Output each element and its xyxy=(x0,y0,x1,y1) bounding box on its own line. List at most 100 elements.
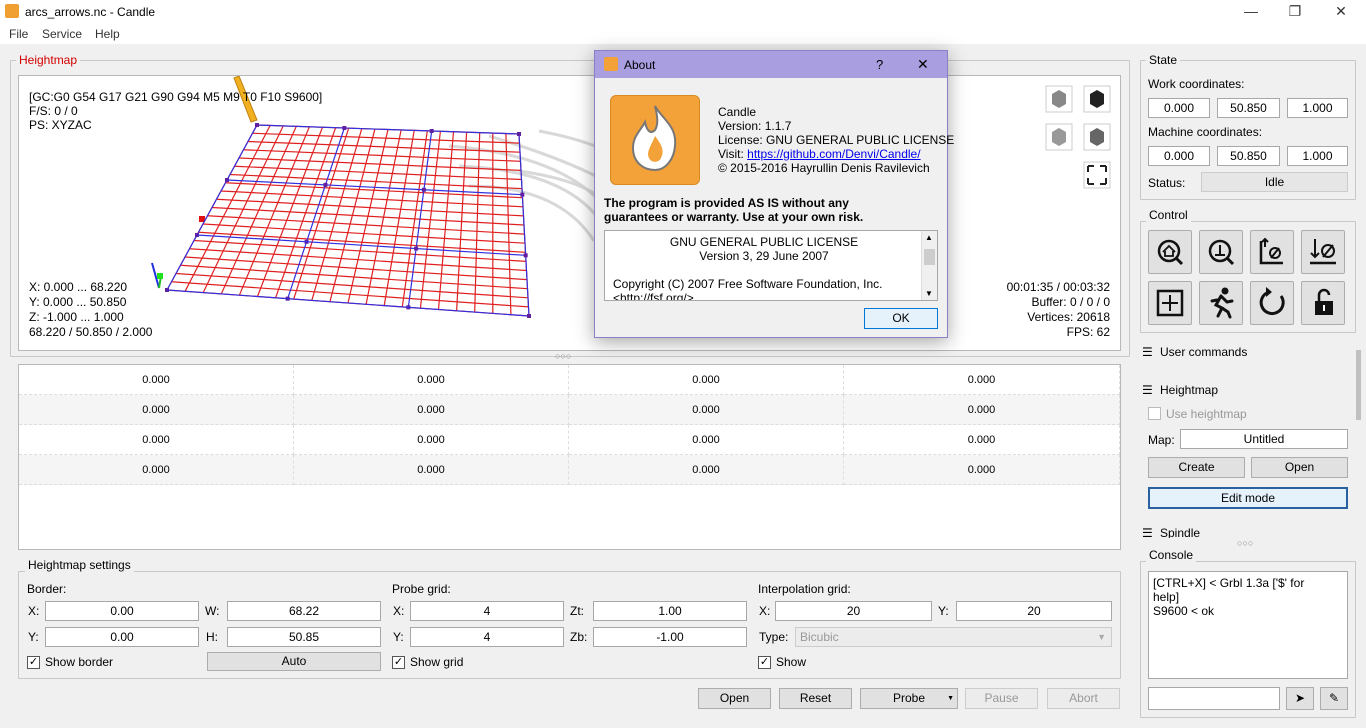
use-heightmap-label: Use heightmap xyxy=(1166,407,1247,421)
control-title: Control xyxy=(1146,208,1191,222)
zb-input[interactable]: -1.00 xyxy=(593,627,747,647)
about-license: License: GNU GENERAL PUBLIC LICENSE xyxy=(718,133,954,147)
heightmap-table: 0.0000.0000.0000.0000.0000.0000.0000.000… xyxy=(18,364,1121,550)
reset-controller-button[interactable] xyxy=(1250,281,1294,325)
console-output[interactable]: [CTRL+X] < Grbl 1.3a ['$' for help] S960… xyxy=(1148,571,1348,679)
splitter-handle[interactable]: ○○○ xyxy=(555,351,571,361)
run-button[interactable] xyxy=(1199,281,1243,325)
table-cell[interactable]: 0.000 xyxy=(19,425,294,455)
spindle-menu-icon[interactable]: ☰ xyxy=(1142,526,1153,538)
probe-button[interactable]: Probe ▼ xyxy=(860,688,958,709)
reset-button[interactable]: Reset xyxy=(779,688,852,709)
status-label: Status: xyxy=(1148,176,1185,190)
probe-point xyxy=(527,314,531,318)
zt-input[interactable]: 1.00 xyxy=(593,601,747,621)
menu-bar: File Service Help xyxy=(0,24,1366,44)
probe-point xyxy=(517,132,521,136)
table-cell[interactable]: 0.000 xyxy=(294,365,569,395)
interpolation-type-select[interactable]: Bicubic ▼ xyxy=(795,627,1112,647)
scroll-down-icon[interactable]: ▼ xyxy=(925,289,933,298)
map-name-field[interactable]: Untitled xyxy=(1180,429,1348,449)
probe-grid-line xyxy=(288,128,345,299)
view-cube-icons[interactable] xyxy=(1046,86,1110,188)
console-input[interactable] xyxy=(1148,687,1280,710)
home-search-icon xyxy=(1149,231,1191,273)
send-button[interactable]: ➤ xyxy=(1286,687,1314,710)
ok-button[interactable]: OK xyxy=(864,308,938,329)
spindle-title[interactable]: Spindle xyxy=(1160,526,1200,538)
table-cell[interactable]: 0.000 xyxy=(19,365,294,395)
menu-file[interactable]: File xyxy=(9,27,28,41)
chevron-down-icon: ▼ xyxy=(1097,628,1106,646)
fps-counter: FPS: 62 xyxy=(1067,325,1110,339)
table-cell[interactable]: 0.000 xyxy=(844,395,1120,425)
heightmap-panel-title[interactable]: Heightmap xyxy=(1160,383,1218,397)
table-cell[interactable]: 0.000 xyxy=(294,455,569,485)
table-cell[interactable]: 0.000 xyxy=(19,455,294,485)
restore-origin-icon xyxy=(1251,231,1293,273)
abort-button[interactable]: Abort xyxy=(1047,688,1120,709)
type-label: Type: xyxy=(759,630,788,644)
heightmap-canvas[interactable] xyxy=(19,76,1120,350)
zero-probe-button[interactable] xyxy=(1199,230,1243,274)
auto-button[interactable]: Auto xyxy=(207,652,381,671)
probe-y-input[interactable]: 4 xyxy=(410,627,564,647)
about-close-button[interactable]: ✕ xyxy=(917,56,929,73)
menu-help[interactable]: Help xyxy=(95,27,120,41)
license-scrollbar[interactable]: ▲ ▼ xyxy=(921,231,937,300)
user-commands-title[interactable]: User commands xyxy=(1160,345,1247,359)
menu-service[interactable]: Service xyxy=(42,27,82,41)
heightmap-panel-menu-icon[interactable]: ☰ xyxy=(1142,383,1153,397)
scroll-thumb[interactable] xyxy=(924,249,935,265)
license-text-box[interactable]: GNU GENERAL PUBLIC LICENSE Version 3, 29… xyxy=(604,230,938,301)
interp-y-input[interactable]: 20 xyxy=(956,601,1112,621)
heightmap-3d-view[interactable]: [GC:G0 G54 G17 G21 G90 G94 M5 M9 T0 F10 … xyxy=(18,75,1121,351)
border-w-input[interactable]: 68.22 xyxy=(227,601,381,621)
help-button[interactable]: ? xyxy=(876,57,883,72)
probe-x-input[interactable]: 4 xyxy=(410,601,564,621)
close-button[interactable]: ✕ xyxy=(1318,0,1364,24)
work-coordinates-label: Work coordinates: xyxy=(1148,77,1245,91)
border-h-input[interactable]: 50.85 xyxy=(227,627,381,647)
menu-arrow-icon: ▼ xyxy=(947,689,954,708)
show-border-checkbox[interactable]: ✓ xyxy=(27,656,40,669)
unlock-button[interactable] xyxy=(1301,281,1345,325)
table-cell[interactable]: 0.000 xyxy=(569,455,844,485)
show-grid-checkbox[interactable]: ✓ xyxy=(392,656,405,669)
create-heightmap-button[interactable]: Create xyxy=(1148,457,1245,478)
console-splitter-handle[interactable]: ○○○ xyxy=(1237,538,1253,548)
border-y-input[interactable]: 0.00 xyxy=(45,627,199,647)
panel-scrollbar[interactable] xyxy=(1356,350,1361,420)
restore-button[interactable]: ❐ xyxy=(1272,0,1318,24)
open-heightmap-button[interactable]: Open xyxy=(1251,457,1348,478)
table-cell[interactable]: 0.000 xyxy=(844,365,1120,395)
scroll-up-icon[interactable]: ▲ xyxy=(925,233,933,242)
home-button[interactable] xyxy=(1148,230,1192,274)
border-x-input[interactable]: 0.00 xyxy=(45,601,199,621)
table-cell[interactable]: 0.000 xyxy=(569,425,844,455)
open-button[interactable]: Open xyxy=(698,688,771,709)
table-cell[interactable]: 0.000 xyxy=(19,395,294,425)
zero-z-button[interactable] xyxy=(1301,230,1345,274)
border-label: Border: xyxy=(27,582,66,596)
interp-x-input[interactable]: 20 xyxy=(775,601,932,621)
table-cell[interactable]: 0.000 xyxy=(569,365,844,395)
use-heightmap-checkbox[interactable] xyxy=(1148,407,1161,420)
minimize-button[interactable]: — xyxy=(1228,0,1274,24)
probe-point xyxy=(520,193,524,197)
table-cell[interactable]: 0.000 xyxy=(294,425,569,455)
probe-point xyxy=(430,129,434,133)
table-cell[interactable]: 0.000 xyxy=(844,425,1120,455)
edit-mode-button[interactable]: Edit mode xyxy=(1148,487,1348,509)
table-cell[interactable]: 0.000 xyxy=(569,395,844,425)
pause-button[interactable]: Pause xyxy=(965,688,1038,709)
clear-console-button[interactable]: ✎ xyxy=(1320,687,1348,710)
restore-origin-button[interactable] xyxy=(1250,230,1294,274)
github-link[interactable]: https://github.com/Denvi/Candle/ xyxy=(747,147,920,161)
user-commands-menu-icon[interactable]: ☰ xyxy=(1142,345,1153,359)
eraser-icon: ✎ xyxy=(1329,691,1339,705)
table-cell[interactable]: 0.000 xyxy=(294,395,569,425)
table-cell[interactable]: 0.000 xyxy=(844,455,1120,485)
zero-xy-button[interactable] xyxy=(1148,281,1192,325)
show-interpolation-checkbox[interactable]: ✓ xyxy=(758,656,771,669)
